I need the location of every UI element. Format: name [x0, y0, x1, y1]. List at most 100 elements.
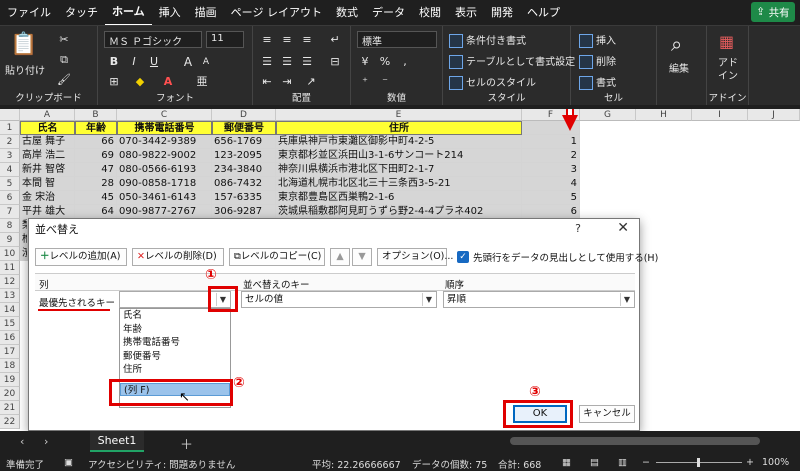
cell-name[interactable]: 高岸 浩二: [20, 149, 75, 163]
row-header-16[interactable]: 16: [0, 331, 20, 345]
cell-zip[interactable]: 234-3840: [212, 163, 276, 177]
header-phone[interactable]: 携帯電話番号: [117, 121, 212, 135]
cell-age[interactable]: 47: [75, 163, 117, 177]
move-up-button[interactable]: ▲: [330, 248, 350, 266]
cell-phone[interactable]: 080-0566-6193: [117, 163, 212, 177]
header-name[interactable]: 氏名: [20, 121, 75, 135]
cell-name[interactable]: 古屋 舞子: [20, 135, 75, 149]
row-header-11[interactable]: 11: [0, 261, 20, 275]
cell-name-fragment[interactable]: 梨: [20, 219, 28, 233]
page-layout-view-icon[interactable]: ▤: [590, 457, 599, 468]
cell-age[interactable]: 69: [75, 149, 117, 163]
menu-review[interactable]: 校閲: [412, 0, 448, 25]
number-format-combo[interactable]: 標準: [357, 31, 437, 48]
paste-button[interactable]: 貼り付け: [5, 62, 45, 77]
percent-icon[interactable]: %: [377, 54, 393, 70]
menu-data[interactable]: データ: [365, 0, 412, 25]
cell-address[interactable]: 北海道札幌市北区北三十三条西3-5-21: [276, 177, 522, 191]
row-header-17[interactable]: 17: [0, 345, 20, 359]
editing-button[interactable]: 編集: [669, 60, 689, 75]
addins-button-line2[interactable]: イン: [718, 67, 738, 82]
options-button[interactable]: オプション(O)...: [377, 248, 453, 266]
conditional-format-button[interactable]: 条件付き書式: [449, 32, 526, 48]
row-header-19[interactable]: 19: [0, 373, 20, 387]
cell-address[interactable]: 茨城県稲敷郡阿見町うずら野2-4-4プラネ402: [276, 205, 522, 219]
format-cells-button[interactable]: 書式: [579, 74, 616, 90]
cell-name[interactable]: 新井 智啓: [20, 163, 75, 177]
col-header-g[interactable]: G: [580, 109, 636, 121]
cell-zip[interactable]: 157-6335: [212, 191, 276, 205]
cell-f[interactable]: 5: [522, 191, 580, 205]
increase-decimal-icon[interactable]: ⁺: [357, 74, 373, 90]
menu-page-layout[interactable]: ページ レイアウト: [224, 0, 329, 25]
col-header-i[interactable]: I: [692, 109, 748, 121]
cell-f[interactable]: 2: [522, 149, 580, 163]
page-break-view-icon[interactable]: ▥: [618, 457, 627, 468]
cell-f[interactable]: 4: [522, 177, 580, 191]
row-header-10[interactable]: 10: [0, 247, 20, 261]
row-header-6[interactable]: 6: [0, 191, 20, 205]
order-select[interactable]: 昇順 ▼: [443, 291, 635, 308]
align-left-icon[interactable]: ☰: [259, 54, 275, 70]
col-header-a[interactable]: A: [20, 109, 75, 121]
search-icon[interactable]: ⌕: [671, 32, 682, 56]
row-header-22[interactable]: 22: [0, 415, 20, 429]
shrink-font-button[interactable]: A: [198, 54, 214, 70]
cell-address[interactable]: 東京都豊島区西巣鴨2-1-6: [276, 191, 522, 205]
orientation-icon[interactable]: ↗: [303, 74, 319, 90]
cell-f[interactable]: 1: [522, 135, 580, 149]
menu-draw[interactable]: 描画: [188, 0, 224, 25]
row-header-7[interactable]: 7: [0, 205, 20, 219]
grow-font-button[interactable]: A: [180, 54, 196, 70]
row-header-13[interactable]: 13: [0, 289, 20, 303]
zoom-level[interactable]: 100%: [762, 457, 789, 468]
row-header-1[interactable]: 1: [0, 121, 20, 135]
border-icon[interactable]: ⊞: [106, 74, 122, 90]
menu-home[interactable]: ホーム: [105, 0, 152, 26]
copy-level-button[interactable]: ⧉レベルのコピー(C): [229, 248, 325, 266]
row-header-20[interactable]: 20: [0, 387, 20, 401]
header-address[interactable]: 住所: [276, 121, 522, 135]
align-center-icon[interactable]: ☰: [279, 54, 295, 70]
header-checkbox[interactable]: ✓: [457, 251, 469, 263]
addins-icon[interactable]: ▦: [719, 32, 734, 51]
move-down-button[interactable]: ▼: [352, 248, 372, 266]
cell-zip[interactable]: 656-1769: [212, 135, 276, 149]
sort-on-select[interactable]: セルの値 ▼: [241, 291, 437, 308]
col-header-h[interactable]: H: [636, 109, 692, 121]
cell-phone[interactable]: 090-9877-2767: [117, 205, 212, 219]
col-header-e[interactable]: E: [276, 109, 522, 121]
cell-age[interactable]: 64: [75, 205, 117, 219]
align-middle-icon[interactable]: ≡: [279, 32, 295, 48]
row-header-21[interactable]: 21: [0, 401, 20, 415]
fill-color-icon[interactable]: ◆: [132, 74, 148, 90]
macro-icon[interactable]: ▣: [64, 457, 73, 468]
chevron-down-icon[interactable]: ▼: [422, 293, 435, 306]
menu-developer[interactable]: 開発: [484, 0, 520, 25]
zoom-slider-thumb[interactable]: [697, 458, 700, 467]
chevron-down-icon[interactable]: ▼: [620, 293, 633, 306]
cell-styles-button[interactable]: セルのスタイル: [449, 74, 536, 90]
indent-increase-icon[interactable]: ⇥: [279, 74, 295, 90]
format-painter-icon[interactable]: 🖌: [56, 72, 72, 88]
row-header-3[interactable]: 3: [0, 149, 20, 163]
cell-address[interactable]: 神奈川県横浜市港北区下田町2-1-7: [276, 163, 522, 177]
cell-f[interactable]: 3: [522, 163, 580, 177]
accessibility-status[interactable]: アクセシビリティ: 問題ありません: [88, 457, 235, 471]
cell-name[interactable]: 本間 智: [20, 177, 75, 191]
close-button[interactable]: ✕: [617, 220, 629, 236]
zoom-out-icon[interactable]: −: [642, 457, 650, 468]
horizontal-scrollbar[interactable]: [510, 437, 760, 445]
copy-icon[interactable]: ⧉: [56, 52, 72, 68]
font-color-icon[interactable]: A: [160, 74, 176, 90]
row-header-8[interactable]: 8: [0, 219, 20, 233]
menu-touch[interactable]: タッチ: [58, 0, 105, 25]
menu-insert[interactable]: 挿入: [152, 0, 188, 25]
cell-phone[interactable]: 070-3442-9389: [117, 135, 212, 149]
cell-zip[interactable]: 123-2095: [212, 149, 276, 163]
menu-formulas[interactable]: 数式: [329, 0, 365, 25]
next-sheet-icon[interactable]: ›: [44, 435, 48, 448]
format-as-table-button[interactable]: テーブルとして書式設定: [449, 53, 575, 69]
cell-name[interactable]: 平井 雄大: [20, 205, 75, 219]
font-name-combo[interactable]: ＭＳ Ｐゴシック: [104, 31, 202, 48]
